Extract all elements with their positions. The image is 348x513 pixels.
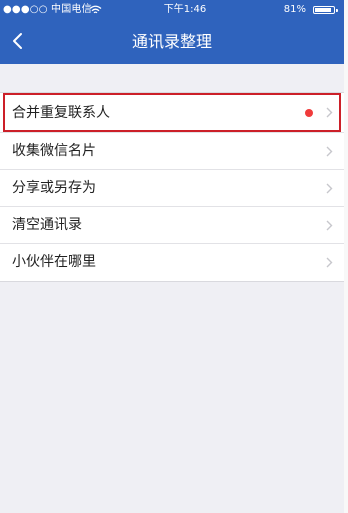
chevron-right-icon <box>326 146 333 157</box>
status-bar: ●●●○○ 中国电信 下午1:46 81% <box>0 0 344 20</box>
page-title: 通讯录整理 <box>131 32 212 51</box>
battery-percent: 81% <box>283 4 306 15</box>
time-text: 下午1:46 <box>163 4 207 15</box>
friends-location-row[interactable]: 小伙伴在哪里 <box>0 244 344 281</box>
menu-item-label: 小伙伴在哪里 <box>12 254 96 270</box>
notification-dot <box>305 109 313 117</box>
collect-wechat-cards-row[interactable]: 收集微信名片 <box>0 133 344 170</box>
menu-item-label: 分享或另存为 <box>12 180 96 196</box>
menu-item-label: 清空通讯录 <box>12 217 82 233</box>
chevron-right-icon <box>326 183 333 194</box>
merge-duplicate-contacts-row[interactable]: 合并重复联系人 <box>0 93 344 133</box>
share-or-save-row[interactable]: 分享或另存为 <box>0 170 344 207</box>
clear-contacts-row[interactable]: 清空通讯录 <box>0 207 344 244</box>
carrier-text: ●●●○○ 中国电信 <box>3 4 92 15</box>
wifi-icon <box>89 5 102 14</box>
chevron-right-icon <box>326 107 333 118</box>
chevron-right-icon <box>326 220 333 231</box>
menu-item-label: 收集微信名片 <box>12 143 96 159</box>
navigation-bar: 通讯录整理 <box>0 20 344 64</box>
menu-list: 合并重复联系人 收集微信名片 分享或另存为 清空通讯录 小伙伴在哪里 <box>0 92 344 282</box>
battery-icon <box>313 6 338 14</box>
screen-edge-strip <box>344 0 348 513</box>
phone-screen: ●●●○○ 中国电信 下午1:46 81% 通讯录整理 合并重复联系人 收集微信… <box>0 0 348 513</box>
menu-item-label: 合并重复联系人 <box>12 105 110 121</box>
chevron-right-icon <box>326 257 333 268</box>
